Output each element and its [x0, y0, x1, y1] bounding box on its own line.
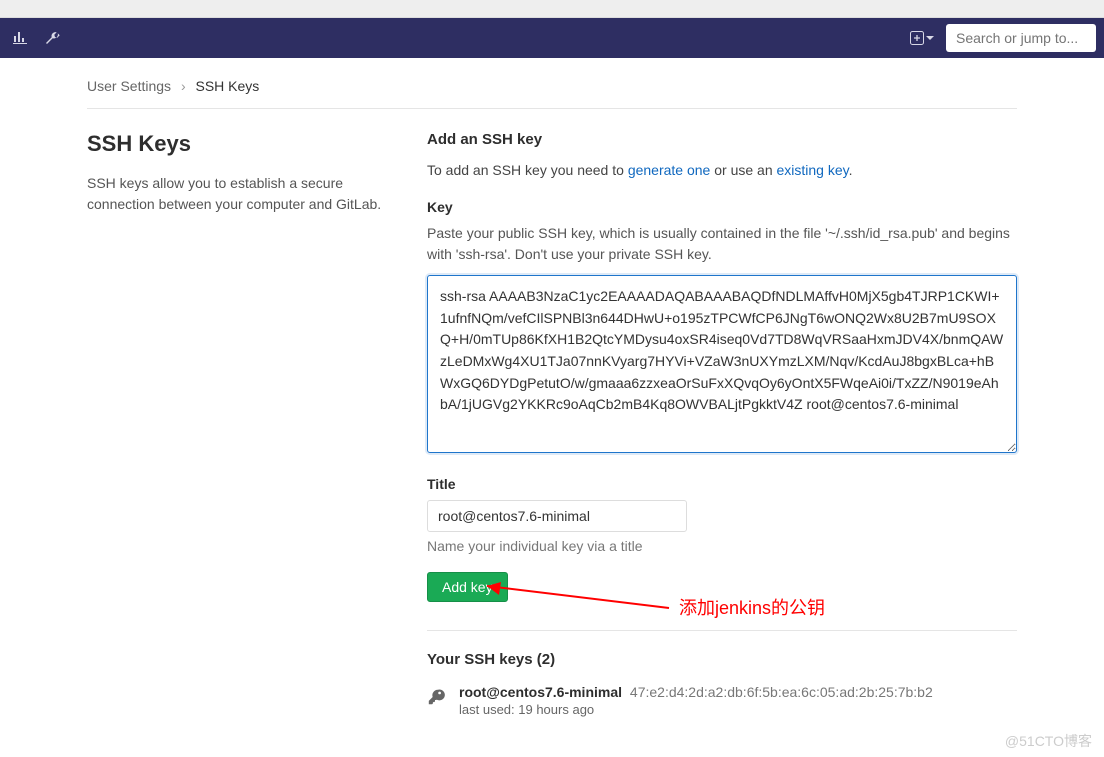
- title-input[interactable]: [427, 500, 687, 532]
- key-label: Key: [427, 199, 1017, 215]
- section-divider: [427, 630, 1017, 631]
- existing-key-link[interactable]: existing key: [777, 162, 849, 178]
- annotation-text: 添加jenkins的公钥: [679, 594, 825, 620]
- ssh-key-row[interactable]: root@centos7.6-minimal 47:e2:d4:2d:a2:db…: [427, 684, 1017, 717]
- page-title: SSH Keys: [87, 131, 387, 157]
- breadcrumb-separator: ›: [181, 78, 186, 94]
- ssh-key-textarea[interactable]: [427, 275, 1017, 453]
- caret-down-icon: [926, 34, 934, 42]
- generate-one-link[interactable]: generate one: [628, 162, 711, 178]
- breadcrumb-user-settings[interactable]: User Settings: [87, 78, 171, 94]
- new-dropdown[interactable]: [910, 31, 934, 45]
- help-text: To add an SSH key you need to: [427, 162, 628, 178]
- help-text: or use an: [710, 162, 776, 178]
- add-key-button[interactable]: Add key: [427, 572, 508, 602]
- search-input[interactable]: [946, 24, 1096, 52]
- chart-icon[interactable]: [12, 30, 28, 46]
- help-text: .: [849, 162, 853, 178]
- key-hint: Paste your public SSH key, which is usua…: [427, 223, 1017, 265]
- add-key-heading: Add an SSH key: [427, 131, 1017, 148]
- key-name: root@centos7.6-minimal: [459, 684, 622, 700]
- plus-square-icon: [910, 31, 924, 45]
- breadcrumb-ssh-keys[interactable]: SSH Keys: [196, 78, 260, 94]
- browser-chrome-strip: [0, 0, 1104, 18]
- key-last-used: last used: 19 hours ago: [459, 702, 933, 717]
- key-fingerprint: 47:e2:d4:2d:a2:db:6f:5b:ea:6c:05:ad:2b:2…: [630, 684, 933, 700]
- your-keys-heading: Your SSH keys (2): [427, 651, 1017, 668]
- top-navbar: [0, 18, 1104, 58]
- wrench-icon[interactable]: [44, 30, 60, 46]
- add-key-help: To add an SSH key you need to generate o…: [427, 160, 1017, 181]
- key-icon: [427, 688, 445, 706]
- watermark: @51CTO博客: [1005, 731, 1092, 751]
- breadcrumb: User Settings › SSH Keys: [87, 74, 1017, 109]
- title-label: Title: [427, 476, 1017, 492]
- title-hint: Name your individual key via a title: [427, 538, 1017, 554]
- page-description: SSH keys allow you to establish a secure…: [87, 173, 387, 215]
